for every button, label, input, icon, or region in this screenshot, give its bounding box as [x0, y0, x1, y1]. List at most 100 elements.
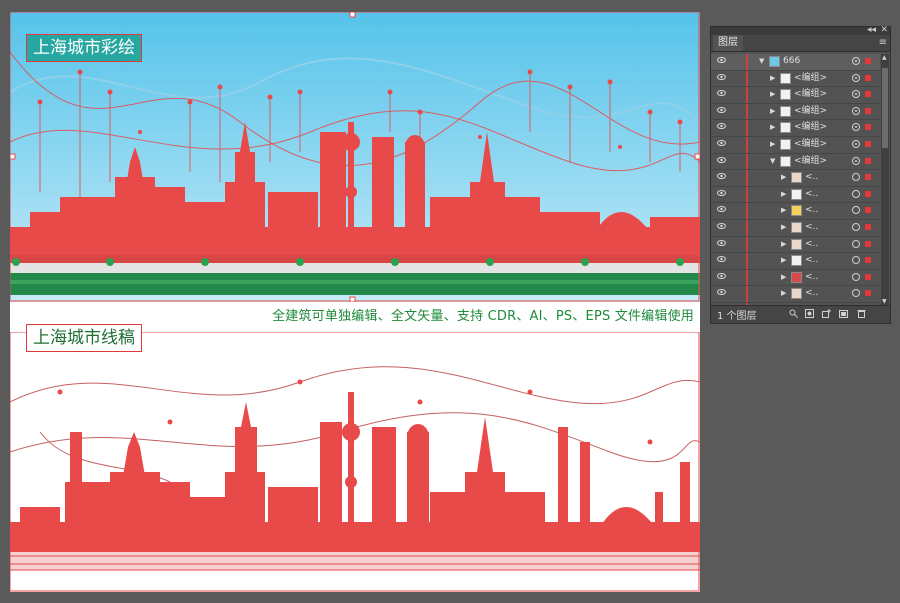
target-circle-icon[interactable] — [852, 256, 860, 265]
selection-indicator[interactable] — [865, 207, 871, 214]
collapse-triangle-icon[interactable]: ▼ — [759, 54, 764, 69]
selection-indicator[interactable] — [865, 240, 871, 247]
target-circle-icon[interactable] — [852, 189, 860, 198]
visibility-eye-icon[interactable] — [717, 206, 726, 213]
expand-triangle-icon[interactable]: ▶ — [781, 253, 786, 268]
layer-row[interactable]: ▶ <编组> — [711, 70, 880, 88]
visibility-eye-icon[interactable] — [717, 289, 726, 296]
expand-triangle-icon[interactable]: ▶ — [781, 187, 786, 202]
visibility-eye-icon[interactable] — [717, 123, 726, 130]
expand-triangle-icon[interactable]: ▶ — [770, 120, 775, 135]
expand-triangle-icon[interactable]: ▶ — [781, 170, 786, 185]
layer-row-top[interactable]: ▼ 666 — [711, 54, 880, 71]
target-circle-icon[interactable] — [852, 90, 860, 99]
selection-indicator[interactable] — [865, 124, 871, 131]
expand-triangle-icon[interactable]: ▶ — [770, 71, 775, 86]
layer-row[interactable]: ▶ <.. — [711, 219, 880, 237]
layer-name[interactable]: <.. — [805, 220, 818, 235]
selection-indicator[interactable] — [865, 58, 871, 64]
new-sublayer-icon[interactable] — [822, 309, 831, 318]
target-circle-icon[interactable] — [852, 289, 860, 298]
layer-row[interactable]: ▶ <.. — [711, 186, 880, 204]
collapse-icon[interactable]: ◂◂ — [867, 25, 876, 35]
scroll-down-icon[interactable]: ▼ — [882, 298, 887, 305]
target-circle-icon[interactable] — [852, 139, 860, 148]
selection-indicator[interactable] — [865, 190, 871, 197]
layer-row[interactable]: ▶ <编组> — [711, 136, 880, 154]
layer-name[interactable]: <编组> — [794, 137, 827, 152]
visibility-eye-icon[interactable] — [717, 173, 726, 180]
target-circle-icon[interactable] — [852, 106, 860, 115]
target-circle-icon[interactable] — [852, 222, 860, 231]
visibility-eye-icon[interactable] — [717, 139, 726, 146]
panel-menu-icon[interactable]: ≡ — [879, 36, 887, 50]
layer-list-scrollbar[interactable]: ▲ ▼ — [881, 54, 889, 305]
visibility-eye-icon[interactable] — [717, 189, 726, 196]
layer-name[interactable]: <.. — [805, 270, 818, 285]
layer-name[interactable]: <.. — [805, 237, 818, 252]
visibility-eye-icon[interactable] — [717, 57, 726, 63]
layer-row[interactable]: ▶ <.. — [711, 269, 880, 287]
visibility-eye-icon[interactable] — [717, 106, 726, 113]
expand-triangle-icon[interactable]: ▶ — [781, 220, 786, 235]
layer-row[interactable]: ▼ <编组> — [711, 153, 880, 171]
visibility-eye-icon[interactable] — [717, 73, 726, 80]
line-illustration[interactable] — [10, 331, 700, 592]
selection-indicator[interactable] — [865, 290, 871, 297]
target-circle-icon[interactable] — [852, 73, 860, 82]
layer-name[interactable]: <.. — [805, 253, 818, 268]
trash-icon[interactable] — [857, 309, 866, 318]
target-circle-icon[interactable] — [852, 173, 860, 182]
selection-indicator[interactable] — [865, 91, 871, 98]
scroll-up-icon[interactable]: ▲ — [882, 54, 887, 61]
search-icon[interactable] — [789, 309, 798, 318]
visibility-eye-icon[interactable] — [717, 272, 726, 279]
selection-indicator[interactable] — [865, 257, 871, 264]
visibility-eye-icon[interactable] — [717, 222, 726, 229]
expand-triangle-icon[interactable]: ▶ — [770, 137, 775, 152]
visibility-eye-icon[interactable] — [717, 239, 726, 246]
selection-indicator[interactable] — [865, 157, 871, 164]
selection-indicator[interactable] — [865, 140, 871, 147]
target-circle-icon[interactable] — [852, 206, 860, 215]
target-circle-icon[interactable] — [852, 123, 860, 132]
visibility-eye-icon[interactable] — [717, 156, 726, 163]
layer-name[interactable]: <.. — [805, 170, 818, 185]
layer-row[interactable]: ▶ <编组> — [711, 103, 880, 121]
clipping-mask-icon[interactable] — [805, 309, 814, 318]
expand-triangle-icon[interactable]: ▶ — [770, 104, 775, 119]
layer-name[interactable]: <编组> — [794, 71, 827, 86]
target-circle-icon[interactable] — [852, 239, 860, 248]
panel-titlebar[interactable]: ◂◂ ✕ — [711, 25, 890, 35]
expand-triangle-icon[interactable]: ▶ — [781, 203, 786, 218]
layer-row[interactable]: ▶ <.. — [711, 203, 880, 220]
layer-name[interactable]: <编组> — [794, 104, 827, 119]
color-title-label[interactable]: 上海城市彩绘 — [26, 34, 142, 62]
expand-triangle-icon[interactable]: ▶ — [770, 87, 775, 102]
layer-name[interactable]: <编组> — [794, 120, 827, 135]
expand-triangle-icon[interactable]: ▶ — [781, 270, 786, 285]
expand-triangle-icon[interactable]: ▶ — [781, 237, 786, 252]
layer-name[interactable]: <.. — [805, 286, 818, 301]
layer-row[interactable]: ▶ <.. — [711, 253, 880, 270]
layer-name[interactable]: <.. — [805, 203, 818, 218]
visibility-eye-icon[interactable] — [717, 256, 726, 263]
new-layer-icon[interactable] — [839, 309, 848, 318]
layer-name[interactable]: <编组> — [794, 87, 827, 102]
selection-indicator[interactable] — [865, 223, 871, 230]
layer-row[interactable]: ▶ <.. — [711, 170, 880, 187]
layer-row[interactable]: ▶ <.. — [711, 236, 880, 254]
expand-triangle-icon[interactable]: ▶ — [781, 286, 786, 301]
target-circle-icon[interactable] — [852, 57, 860, 65]
layer-row[interactable]: ▶ <编组> — [711, 120, 880, 137]
target-circle-icon[interactable] — [852, 272, 860, 281]
close-icon[interactable]: ✕ — [880, 25, 888, 35]
tab-layers[interactable]: 图层 — [713, 35, 743, 51]
line-title-label[interactable]: 上海城市线稿 — [26, 324, 142, 352]
artboard-canvas[interactable]: 全建筑可单独编辑、全文矢量、支持 CDR、AI、PS、EPS 文件编辑使用 上海… — [10, 12, 700, 592]
layer-row[interactable]: ▶ <.. — [711, 286, 880, 303]
collapse-triangle-icon[interactable]: ▼ — [770, 154, 775, 169]
visibility-eye-icon[interactable] — [717, 90, 726, 97]
selection-indicator[interactable] — [865, 273, 871, 280]
selection-indicator[interactable] — [865, 107, 871, 114]
